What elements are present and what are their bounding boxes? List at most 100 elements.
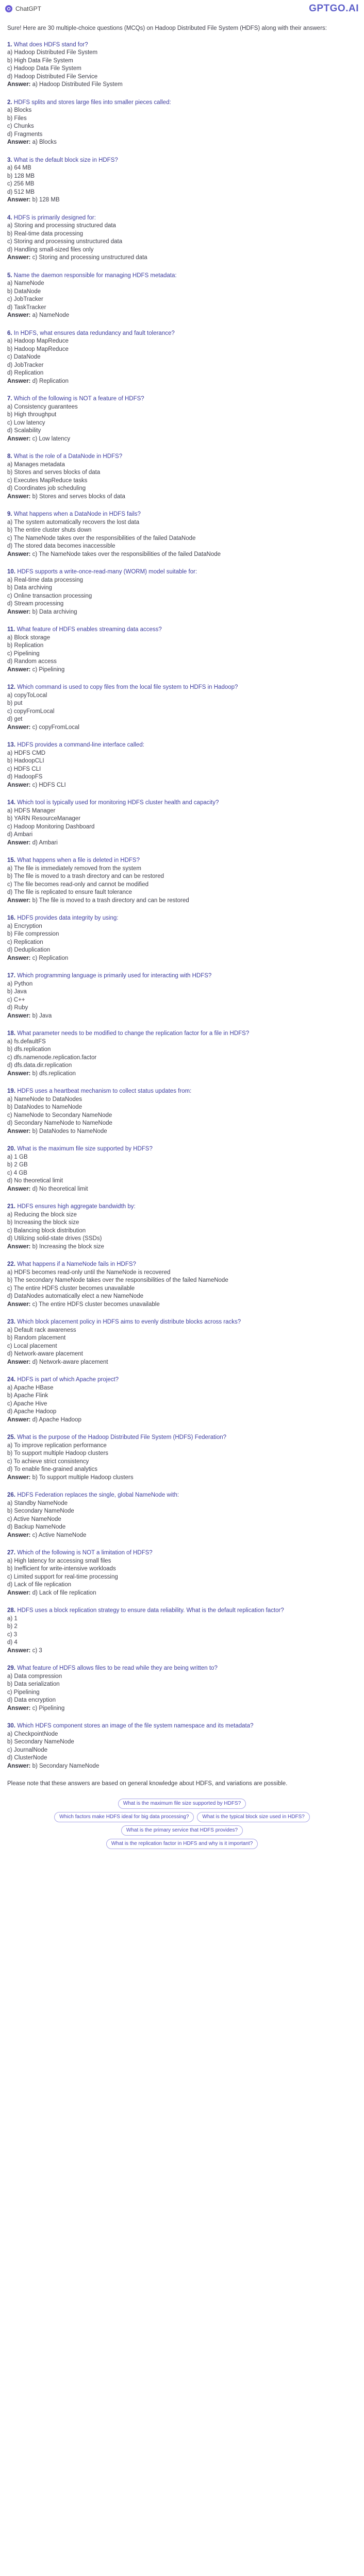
answer-option: c) DataNode	[7, 354, 41, 360]
suggestion-chip[interactable]: Which factors make HDFS ideal for big da…	[54, 1811, 194, 1822]
question-number: 19.	[7, 1088, 15, 1094]
question-number: 29.	[7, 1665, 15, 1671]
question-line: 22. What happens if a NameNode fails in …	[7, 1261, 357, 1269]
answer-value: b) DataNodes to NameNode	[32, 1128, 107, 1134]
answer-option: a) Manages metadata	[7, 461, 65, 468]
answer-option: d) The file is replicated to ensure faul…	[7, 889, 133, 895]
answer-value: c) Replication	[32, 955, 69, 961]
answer-value: a) Hadoop Distributed File System	[32, 81, 123, 88]
answer-option: b) Secondary NameNode	[7, 1739, 74, 1745]
answer-option: d) To enable fine-grained analytics	[7, 1466, 97, 1472]
question-block: 27. Which of the following is NOT a limi…	[7, 1549, 357, 1597]
answer-line: Answer: c) HDFS CLI	[7, 782, 357, 790]
answer-label: Answer:	[7, 1647, 31, 1654]
chat-response: Sure! Here are 30 multiple-choice questi…	[0, 25, 364, 1852]
question-number: 9.	[7, 511, 12, 517]
app-name: ChatGPT	[15, 5, 42, 12]
answer-value: c) 3	[32, 1647, 42, 1654]
question-number: 5.	[7, 272, 12, 279]
question-block: 5. Name the daemon responsible for manag…	[7, 272, 357, 320]
answer-option: c) Limited support for real-time process…	[7, 1573, 118, 1580]
question-block: 29. What feature of HDFS allows files to…	[7, 1665, 357, 1713]
question-block: 25. What is the purpose of the Hadoop Di…	[7, 1434, 357, 1482]
question-block: 17. Which programming language is primar…	[7, 972, 357, 1020]
answer-value: c) Pipelining	[32, 1705, 65, 1711]
answer-option: c) The NameNode takes over the responsib…	[7, 535, 196, 541]
closing-note: Please note that these answers are based…	[7, 1781, 288, 1787]
answer-option: a) Default rack awareness	[7, 1327, 76, 1333]
answer-line: Answer: a) Hadoop Distributed File Syste…	[7, 81, 357, 89]
question-block: 2. HDFS splits and stores large files in…	[7, 99, 357, 147]
answer-label: Answer:	[7, 666, 31, 673]
question-number: 4.	[7, 214, 12, 221]
suggestion-row: Which factors make HDFS ideal for big da…	[54, 1811, 310, 1822]
answer-line: Answer: c) Storing and processing unstru…	[7, 254, 357, 262]
suggestion-chip[interactable]: What is the replication factor in HDFS a…	[106, 1838, 258, 1849]
answer-option: d) JobTracker	[7, 362, 44, 368]
question-number: 2.	[7, 99, 12, 106]
question-block: 13. HDFS provides a command-line interfa…	[7, 741, 357, 789]
question-line: 11. What feature of HDFS enables streami…	[7, 626, 357, 634]
question-number: 21.	[7, 1204, 15, 1210]
question-block: 7. Which of the following is NOT a featu…	[7, 395, 357, 443]
answer-option: d) 512 MB	[7, 189, 35, 195]
question-text: Which HDFS component stores an image of …	[17, 1723, 254, 1729]
answer-option: b) DataNode	[7, 288, 41, 295]
brand[interactable]: ChatGPT	[5, 5, 41, 12]
question-number: 6.	[7, 330, 12, 336]
answer-label: Answer:	[7, 1762, 31, 1769]
answer-option: d) Ruby	[7, 1005, 28, 1011]
answer-line: Answer: d) Lack of file replication	[7, 1589, 357, 1598]
suggestion-chip[interactable]: What is the maximum file size supported …	[118, 1798, 246, 1809]
question-text: HDFS ensures high aggregate bandwidth by…	[17, 1204, 136, 1210]
answer-option: d) Backup NameNode	[7, 1524, 66, 1530]
answer-value: d) Network-aware placement	[32, 1359, 108, 1365]
question-text: What parameter needs to be modified to c…	[17, 1030, 250, 1037]
question-line: 5. Name the daemon responsible for manag…	[7, 272, 357, 280]
answer-option: a) Blocks	[7, 107, 32, 113]
answer-option: c) Active NameNode	[7, 1516, 61, 1522]
answer-option: a) 64 MB	[7, 165, 31, 171]
site-logo[interactable]: GPTGO.AI	[309, 3, 359, 14]
answer-option: a) NameNode	[7, 280, 44, 286]
question-block: 8. What is the role of a DataNode in HDF…	[7, 453, 357, 501]
question-block: 28. HDFS uses a block replication strate…	[7, 1607, 357, 1655]
answer-option: d) Lack of file replication	[7, 1582, 72, 1588]
question-number: 13.	[7, 742, 15, 748]
question-line: 14. Which tool is typically used for mon…	[7, 799, 357, 807]
question-text: What feature of HDFS allows files to be …	[17, 1665, 218, 1671]
answer-value: d) Lack of file replication	[32, 1589, 96, 1596]
answer-line: Answer: c) The NameNode takes over the r…	[7, 551, 357, 559]
question-line: 1. What does HDFS stand for?	[7, 41, 357, 49]
question-number: 22.	[7, 1261, 15, 1267]
question-block: 6. In HDFS, what ensures data redundancy…	[7, 330, 357, 386]
answer-option: d) Utilizing solid-state drives (SSDs)	[7, 1235, 102, 1242]
answer-option: b) The entire cluster shuts down	[7, 527, 92, 533]
answer-label: Answer:	[7, 1474, 31, 1481]
suggestion-chip[interactable]: What is the typical block size used in H…	[197, 1811, 310, 1822]
answer-line: Answer: a) Blocks	[7, 139, 357, 147]
answer-value: c) Pipelining	[32, 666, 65, 673]
answer-option: c) Storing and processing unstructured d…	[7, 239, 123, 245]
question-line: 18. What parameter needs to be modified …	[7, 1030, 357, 1038]
answer-option: b) Replication	[7, 642, 44, 649]
question-text: What is the maximum file size supported …	[17, 1146, 153, 1152]
question-line: 21. HDFS ensures high aggregate bandwidt…	[7, 1203, 357, 1211]
answer-option: a) Storing and processing structured dat…	[7, 223, 116, 229]
answer-option: b) put	[7, 700, 23, 706]
question-line: 6. In HDFS, what ensures data redundancy…	[7, 330, 357, 338]
question-number: 14.	[7, 800, 15, 806]
answer-option: d) Scalability	[7, 428, 41, 434]
answer-line: Answer: d) Apache Hadoop	[7, 1416, 357, 1425]
question-text: What does HDFS stand for?	[13, 41, 88, 48]
answer-option: a) Real-time data processing	[7, 577, 84, 583]
answer-line: Answer: c) Pipelining	[7, 666, 357, 674]
answer-option: d) 4	[7, 1639, 18, 1646]
answer-option: a) HDFS CMD	[7, 750, 46, 756]
answer-value: c) Active NameNode	[32, 1532, 87, 1538]
answer-option: b) HadoopCLI	[7, 758, 44, 764]
question-block: 30. Which HDFS component stores an image…	[7, 1722, 357, 1770]
suggestion-chip[interactable]: What is the primary service that HDFS pr…	[121, 1825, 243, 1836]
answer-option: a) The file is immediately removed from …	[7, 865, 141, 872]
answer-option: a) HDFS becomes read-only until the Name…	[7, 1269, 171, 1276]
